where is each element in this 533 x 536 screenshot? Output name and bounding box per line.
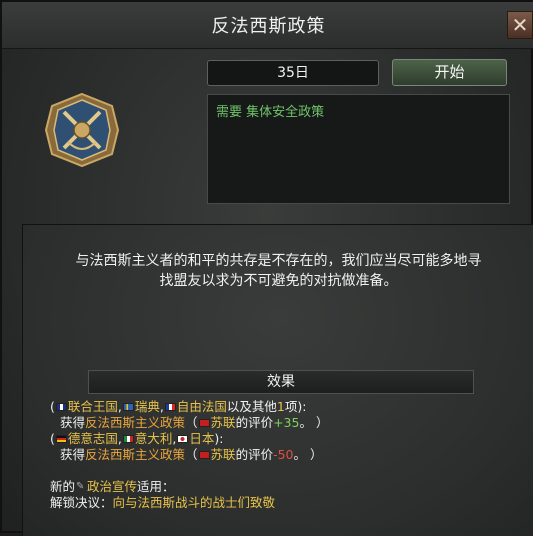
description: 与法西斯主义者的和平的共存是不存在的，我们应当尽可能多地寻 找盟友以求为不可避免…: [23, 251, 533, 291]
effect-group-1-result: 获得反法西斯主义政策（ 苏联的评价+35。 ）: [60, 415, 329, 430]
title-bar: 反法西斯政策 ✕: [2, 2, 533, 49]
sweden-flag-icon: [122, 402, 134, 411]
country-italy[interactable]: 意大利: [135, 431, 173, 446]
megaphone-icon: ✎: [76, 480, 85, 492]
window-title: 反法西斯政策: [211, 16, 326, 37]
country-germany[interactable]: 德意志国: [68, 431, 118, 446]
free-france-flag-icon: [164, 402, 176, 411]
decision-window: 反法西斯政策 ✕ 35日 开始 需要 集体安全政策 与法西斯主义者的和平的共存是…: [0, 0, 533, 536]
propaganda-line: 新的✎ 政治宣传适用：: [50, 479, 175, 494]
effects-header: 效果: [88, 370, 474, 394]
close-icon: ✕: [511, 13, 529, 37]
unlock-decision-line: 解锁决议：向与法西斯战斗的战士们致敬: [50, 495, 276, 510]
country-uk[interactable]: 联合王国: [68, 399, 118, 414]
opinion-value-positive: +35: [273, 415, 300, 430]
description-line-2: 找盟友以求为不可避免的对抗做准备。: [159, 273, 398, 289]
ussr-flag-icon: [198, 418, 210, 427]
description-line-1: 与法西斯主义者的和平的共存是不存在的，我们应当尽可能多地寻: [75, 253, 482, 269]
propaganda-link[interactable]: 政治宣传: [87, 479, 137, 494]
country-free-france[interactable]: 自由法国: [177, 399, 227, 414]
country-sweden[interactable]: 瑞典: [135, 399, 160, 414]
requirements-box: 需要 集体安全政策: [207, 94, 510, 204]
policy-link-1[interactable]: 反法西斯主义政策: [85, 415, 185, 430]
details-panel: 与法西斯主义者的和平的共存是不存在的，我们应当尽可能多地寻 找盟友以求为不可避免…: [22, 224, 533, 536]
duration-display: 35日: [207, 60, 379, 86]
effect-group-1-targets: (联合王国, 瑞典, 自由法国以及其他1项):: [50, 399, 307, 414]
policy-link-2[interactable]: 反法西斯主义政策: [85, 447, 185, 462]
close-button[interactable]: ✕: [507, 11, 533, 39]
effect-group-2-result: 获得反法西斯主义政策（ 苏联的评价-50。 ）: [60, 447, 323, 462]
germany-flag-icon: [55, 434, 67, 443]
opinion-value-negative: -50: [273, 447, 294, 462]
uk-flag-icon: [55, 402, 67, 411]
effect-group-2-targets: (德意志国, 意大利, 日本):: [50, 431, 224, 446]
decision-link[interactable]: 向与法西斯战斗的战士们致敬: [113, 495, 276, 510]
country-ussr[interactable]: 苏联: [211, 447, 236, 462]
start-button[interactable]: 开始: [392, 59, 507, 86]
country-ussr[interactable]: 苏联: [211, 415, 236, 430]
italy-flag-icon: [122, 434, 134, 443]
ussr-flag-icon: [198, 450, 210, 459]
country-japan[interactable]: 日本: [189, 431, 214, 446]
antifascist-emblem-icon: [44, 92, 120, 168]
requirement-text: 需要 集体安全政策: [216, 105, 325, 120]
japan-flag-icon: [177, 434, 189, 443]
